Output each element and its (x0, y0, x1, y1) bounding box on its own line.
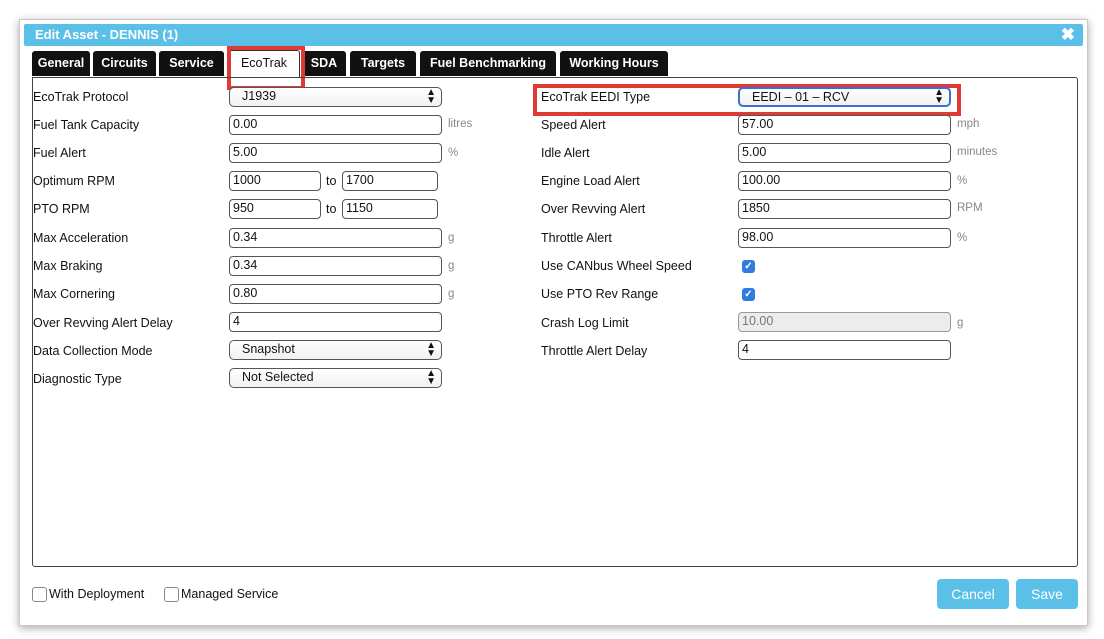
throttle-alert-input[interactable]: 98.00 (738, 228, 951, 248)
select-arrows-icon: ▲ ▼ (426, 87, 436, 106)
engine-load-input[interactable]: 100.00 (738, 171, 951, 191)
canbus-wheel-speed-checkbox[interactable]: ✓ (742, 260, 755, 273)
pto-rev-range-label: Use PTO Rev Range (541, 287, 659, 301)
pto-rev-range-checkbox[interactable]: ✓ (742, 288, 755, 301)
tab-targets[interactable]: Targets (350, 51, 416, 76)
fuel-alert-label: Fuel Alert (33, 146, 86, 160)
edit-asset-dialog: Edit Asset - DENNIS (1) ✖ General Circui… (19, 19, 1088, 626)
max-cornering-input[interactable]: 0.80 (229, 284, 442, 304)
tab-sda[interactable]: SDA (302, 51, 346, 76)
max-braking-label: Max Braking (33, 259, 103, 273)
tab-circuits[interactable]: Circuits (93, 51, 156, 76)
eedi-type-label: EcoTrak EEDI Type (541, 90, 651, 104)
fuel-tank-unit: litres (448, 118, 473, 130)
max-braking-unit: g (448, 260, 455, 272)
over-revving-delay-label: Over Revving Alert Delay (33, 316, 173, 330)
protocol-label: EcoTrak Protocol (33, 90, 129, 104)
tab-service[interactable]: Service (159, 51, 224, 76)
speed-alert-unit: mph (957, 118, 980, 130)
dialog-footer: With Deployment Managed Service Cancel S… (20, 575, 1087, 625)
diagnostic-type-value: Not Selected (242, 370, 314, 384)
max-cornering-unit: g (448, 288, 455, 300)
engine-load-label: Engine Load Alert (541, 174, 640, 188)
idle-alert-input[interactable]: 5.00 (738, 143, 951, 163)
select-arrows-icon: ▲ ▼ (426, 340, 436, 359)
max-acceleration-input[interactable]: 0.34 (229, 228, 442, 248)
throttle-alert-unit: % (957, 232, 968, 244)
idle-alert-unit: minutes (957, 146, 998, 158)
tab-fuel-benchmarking[interactable]: Fuel Benchmarking (420, 51, 556, 76)
managed-service-checkbox[interactable] (164, 587, 179, 602)
throttle-alert-label: Throttle Alert (541, 231, 612, 245)
max-acceleration-label: Max Acceleration (33, 231, 129, 245)
crash-log-limit-unit: g (957, 317, 964, 329)
select-arrows-icon: ▲ ▼ (426, 368, 436, 387)
diagnostic-type-select[interactable]: Not Selected ▲ ▼ (229, 368, 442, 388)
close-icon[interactable]: ✖ (1061, 24, 1075, 46)
eedi-type-value: EEDI – 01 – RCV (752, 90, 850, 104)
over-revving-label: Over Revving Alert (541, 202, 646, 216)
tab-general[interactable]: General (32, 51, 90, 76)
optimum-rpm-to-text: to (326, 174, 337, 188)
throttle-alert-delay-input[interactable]: 4 (738, 340, 951, 360)
optimum-rpm-from-input[interactable]: 1000 (229, 171, 321, 191)
speed-alert-label: Speed Alert (541, 118, 606, 132)
pto-rpm-from-input[interactable]: 950 (229, 199, 321, 219)
crash-log-limit-input: 10.00 (738, 312, 951, 332)
pto-rpm-to-text: to (326, 202, 337, 216)
with-deployment-checkbox[interactable] (32, 587, 47, 602)
engine-load-unit: % (957, 175, 968, 187)
tab-working-hours[interactable]: Working Hours (560, 51, 668, 76)
fuel-tank-input[interactable]: 0.00 (229, 115, 442, 135)
over-revving-delay-input[interactable]: 4 (229, 312, 442, 332)
protocol-select[interactable]: J1939 ▲ ▼ (229, 87, 442, 107)
managed-service-label: Managed Service (181, 587, 279, 601)
max-braking-input[interactable]: 0.34 (229, 256, 442, 276)
data-collection-mode-select[interactable]: Snapshot ▲ ▼ (229, 340, 442, 360)
speed-alert-input[interactable]: 57.00 (738, 115, 951, 135)
fuel-alert-unit: % (448, 147, 459, 159)
tab-ecotrak[interactable]: EcoTrak (228, 50, 300, 77)
over-revving-unit: RPM (957, 202, 983, 214)
max-cornering-label: Max Cornering (33, 287, 115, 301)
dialog-title: Edit Asset - DENNIS (1) (35, 27, 179, 42)
eedi-type-select[interactable]: EEDI – 01 – RCV ▲ ▼ (738, 87, 951, 107)
data-collection-mode-value: Snapshot (242, 342, 295, 356)
over-revving-input[interactable]: 1850 (738, 199, 951, 219)
cancel-button[interactable]: Cancel (937, 579, 1009, 609)
with-deployment-label: With Deployment (49, 587, 145, 601)
protocol-value: J1939 (242, 89, 277, 103)
select-arrows-icon: ▲ ▼ (934, 87, 944, 106)
idle-alert-label: Idle Alert (541, 146, 590, 160)
crash-log-limit-label: Crash Log Limit (541, 316, 629, 330)
optimum-rpm-label: Optimum RPM (33, 174, 115, 188)
save-button[interactable]: Save (1016, 579, 1078, 609)
canbus-wheel-speed-label: Use CANbus Wheel Speed (541, 259, 692, 273)
pto-rpm-label: PTO RPM (33, 202, 90, 216)
data-collection-mode-label: Data Collection Mode (33, 344, 153, 358)
throttle-alert-delay-label: Throttle Alert Delay (541, 344, 648, 358)
fuel-alert-input[interactable]: 5.00 (229, 143, 442, 163)
dialog-titlebar: Edit Asset - DENNIS (1) ✖ (24, 24, 1083, 46)
diagnostic-type-label: Diagnostic Type (33, 372, 122, 386)
pto-rpm-to-input[interactable]: 1150 (342, 199, 438, 219)
fuel-tank-label: Fuel Tank Capacity (33, 118, 140, 132)
optimum-rpm-to-input[interactable]: 1700 (342, 171, 438, 191)
max-acceleration-unit: g (448, 232, 455, 244)
